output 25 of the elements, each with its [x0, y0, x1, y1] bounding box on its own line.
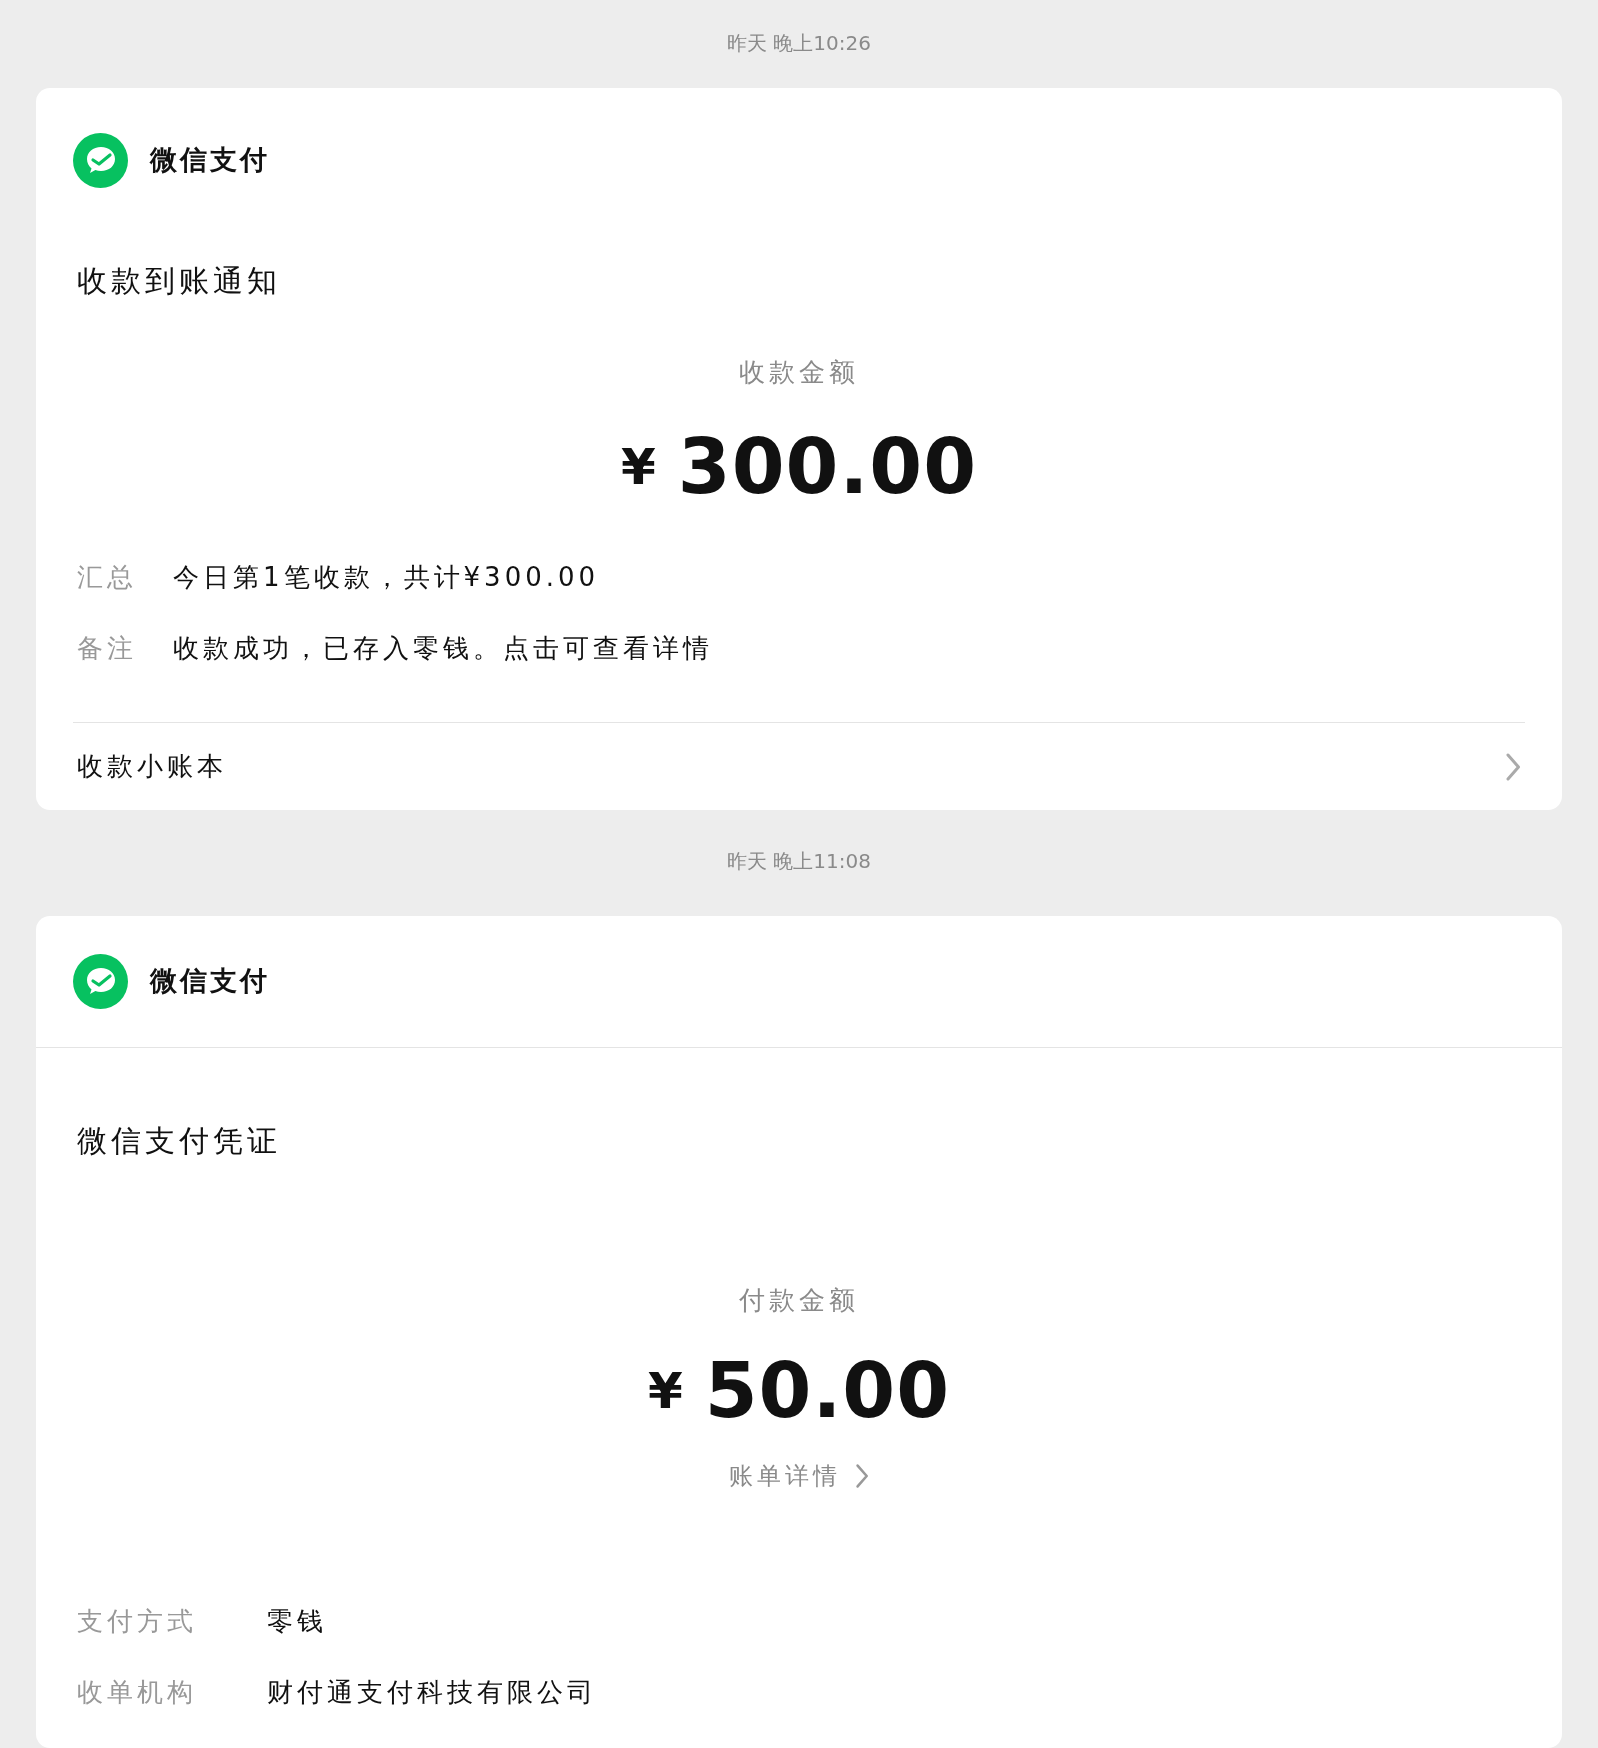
field-value: 今日第1笔收款，共计¥300.00 — [173, 561, 600, 594]
card-title: 微信支付凭证 — [77, 1123, 281, 1158]
chevron-right-icon — [1504, 751, 1521, 782]
wechat-pay-logo-icon — [73, 954, 128, 1009]
wechat-pay-logo-icon — [73, 133, 128, 188]
field-label: 汇总 — [77, 561, 138, 594]
card-title: 收款到账通知 — [77, 263, 281, 298]
field-value: 财付通支付科技有限公司 — [267, 1676, 597, 1709]
brand-name: 微信支付 — [150, 143, 270, 178]
field-value: 收款成功，已存入零钱。点击可查看详情 — [173, 632, 713, 665]
amount: 50.00 — [704, 1345, 951, 1437]
field-value: 零钱 — [267, 1605, 327, 1638]
amount-label: 付款金额 — [739, 1285, 859, 1315]
brand-name: 微信支付 — [150, 964, 270, 999]
field-label: 备注 — [77, 632, 138, 665]
ledger-link[interactable]: 收款小账本 — [77, 747, 227, 786]
chevron-right-icon — [854, 1463, 870, 1489]
timestamp: 昨天 晚上11:08 — [727, 849, 871, 873]
currency-symbol: ¥ — [620, 436, 656, 498]
amount: 300.00 — [677, 421, 978, 513]
currency-symbol: ¥ — [647, 1360, 683, 1422]
timestamp: 昨天 晚上10:26 — [727, 31, 871, 55]
field-label: 支付方式 — [77, 1605, 198, 1638]
field-label: 收单机构 — [77, 1676, 198, 1709]
amount-label: 收款金额 — [739, 357, 859, 387]
